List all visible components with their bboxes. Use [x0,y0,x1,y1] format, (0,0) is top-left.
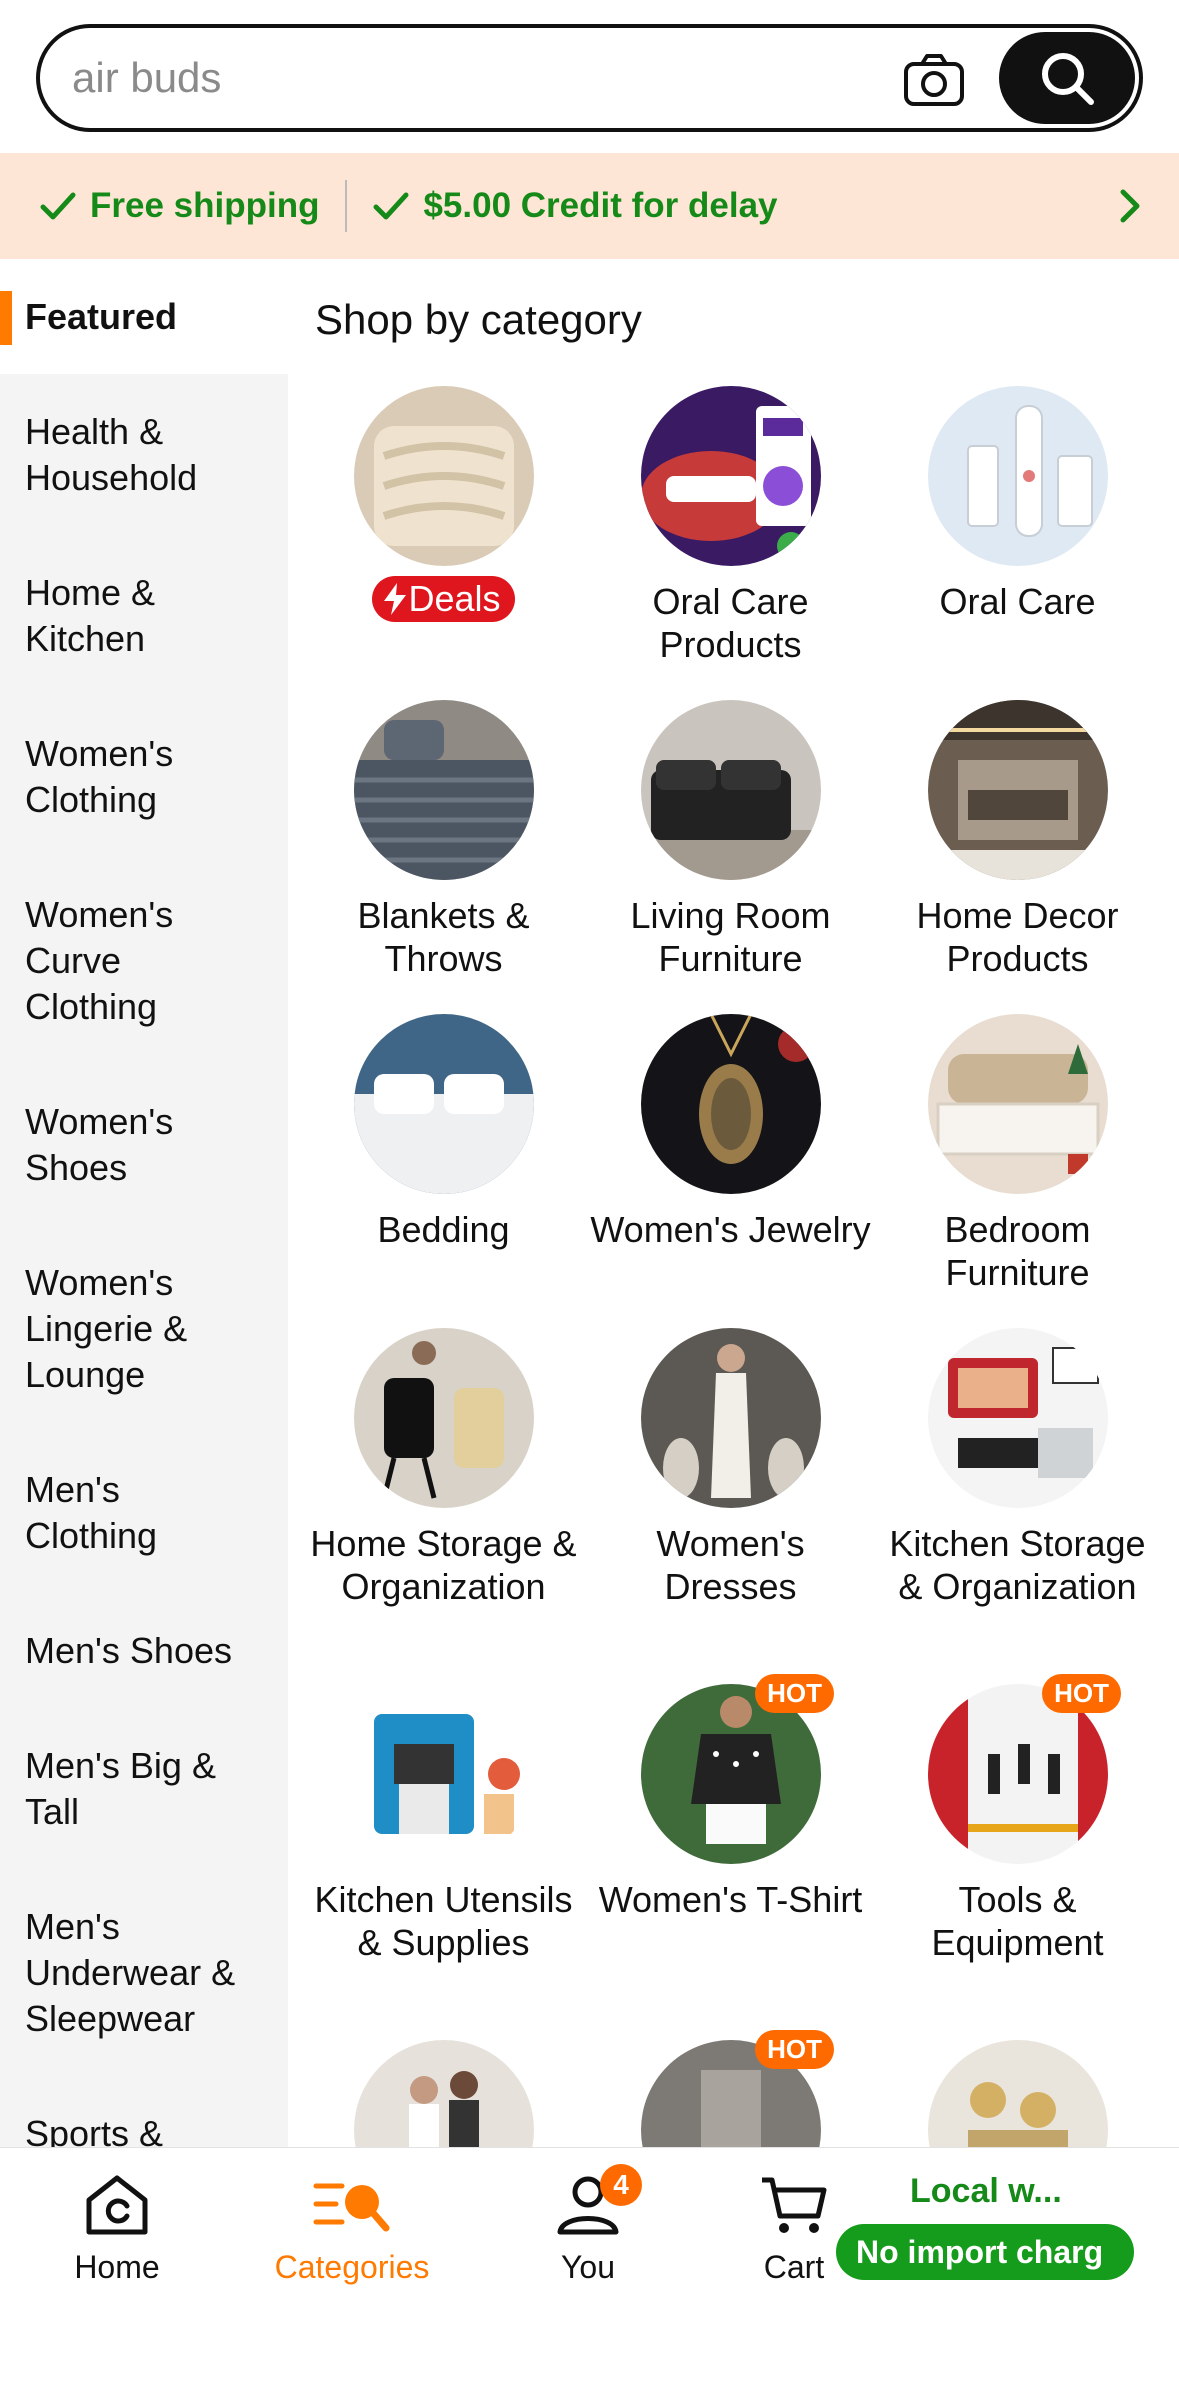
promo-free-shipping: Free shipping [40,186,319,226]
divider [345,180,348,232]
search-button[interactable] [999,32,1135,124]
check-icon [373,192,409,220]
check-icon [40,192,76,220]
lightning-icon [384,583,407,615]
nav-categories[interactable]: Categories [252,2172,452,2286]
category-label: Blankets & Throws [357,895,530,979]
bottom-nav: Home Categories 4 You Cart Local w... No… [0,2147,1179,2396]
category-image [353,386,534,566]
sidebar-item-womens-lingerie[interactable]: Women's Lingerie & Lounge [0,1260,288,1398]
search-bar[interactable] [36,24,1143,132]
category-image [640,1014,821,1194]
home-icon [86,2175,148,2235]
category-label: Tools & Equipment [931,1879,1104,1963]
categories-icon [313,2183,390,2232]
search-input[interactable] [72,46,892,110]
promo-credit: $5.00 Credit for delay [373,186,778,226]
category-kitchen-storage[interactable]: Kitchen Storage & Organization [874,1328,1161,1608]
category-image [353,1684,534,1864]
category-image [927,386,1108,566]
category-image [353,1014,534,1194]
category-tools-equipment[interactable]: HOT Tools & Equipment [874,1674,1161,1964]
category-label: Home Storage & Organization [310,1523,577,1607]
category-womens-dresses[interactable]: Women's Dresses [587,1328,874,1608]
search-icon [1042,53,1094,105]
category-image [640,1328,821,1508]
sidebar-item-womens-curve[interactable]: Women's Curve Clothing [0,892,288,1030]
category-image [353,1328,534,1508]
category-label: Women's Dresses [656,1523,805,1607]
sidebar-item-womens-shoes[interactable]: Women's Shoes [0,1099,288,1191]
section-title: Shop by category [315,296,642,343]
promo-strip[interactable]: Free shipping $5.00 Credit for delay [0,153,1179,259]
category-bedroom-furniture[interactable]: Bedroom Furniture [874,1014,1161,1294]
sidebar-item-mens-underwear[interactable]: Men's Underwear & Sleepwear [0,1904,288,2042]
category-deals[interactable]: Deals [300,386,587,622]
local-warehouse-text[interactable]: Local w... [910,2172,1062,2211]
chevron-right-icon[interactable] [1117,186,1143,226]
category-label: Kitchen Utensils & Supplies [314,1879,573,1963]
hot-badge: HOT [755,1674,834,1713]
category-label: Living Room Furniture [630,895,831,979]
category-item[interactable] [874,2040,1161,2147]
category-blankets-throws[interactable]: Blankets & Throws [300,700,587,980]
category-label: Oral Care [939,581,1096,622]
category-living-room-furniture[interactable]: Living Room Furniture [587,700,874,980]
category-label: Bedroom Furniture [944,1209,1091,1293]
category-image [927,2040,1108,2147]
category-label: Home Decor Products [916,895,1119,979]
sidebar-item-health[interactable]: Health & Household [0,409,288,501]
active-indicator [0,291,12,345]
category-image [640,700,821,880]
category-grid: Deals Oral Care Products Oral Care Blank… [300,380,1179,2147]
category-kitchen-utensils[interactable]: Kitchen Utensils & Supplies [300,1684,587,1964]
sidebar-item-womens-clothing[interactable]: Women's Clothing [0,731,288,823]
import-charge-pill[interactable]: No import charg [836,2224,1134,2280]
category-image [640,386,821,566]
hot-badge: HOT [755,2030,834,2069]
sidebar-item-featured[interactable]: Featured [0,259,288,374]
category-womens-tshirt[interactable]: HOT Women's T-Shirt [587,1674,874,1921]
category-image [927,1014,1108,1194]
sidebar-item-sports[interactable]: Sports & [0,2111,288,2147]
category-home-decor[interactable]: Home Decor Products [874,700,1161,980]
category-item[interactable] [300,2040,587,2147]
cart-icon [762,2177,827,2233]
nav-home[interactable]: Home [17,2172,217,2286]
nav-you[interactable]: 4 You [488,2164,688,2286]
category-oral-care-products[interactable]: Oral Care Products [587,386,874,666]
category-home-storage[interactable]: Home Storage & Organization [300,1328,587,1608]
category-item[interactable]: HOT [587,2030,874,2147]
deals-badge: Deals [372,576,515,622]
camera-icon[interactable] [902,52,966,108]
sidebar-item-mens-shoes[interactable]: Men's Shoes [0,1628,288,1674]
category-image [927,700,1108,880]
category-label: Kitchen Storage & Organization [889,1523,1146,1607]
category-image [353,2040,534,2147]
category-label: Women's Jewelry [590,1209,871,1250]
category-bedding[interactable]: Bedding [300,1014,587,1251]
category-oral-care[interactable]: Oral Care [874,386,1161,623]
sidebar-item-mens-clothing[interactable]: Men's Clothing [0,1467,288,1559]
notification-badge: 4 [600,2164,642,2206]
category-sidebar[interactable]: Featured Health & Household Home & Kitch… [0,259,288,2147]
category-label: Bedding [377,1209,510,1250]
sidebar-item-mens-big-tall[interactable]: Men's Big & Tall [0,1743,288,1835]
category-womens-jewelry[interactable]: Women's Jewelry [587,1014,874,1251]
category-label: Women's T-Shirt [598,1879,863,1920]
category-image [353,700,534,880]
category-label: Oral Care Products [652,581,809,665]
sidebar-item-home-kitchen[interactable]: Home & Kitchen [0,570,288,662]
hot-badge: HOT [1042,1674,1121,1713]
category-image [927,1328,1108,1508]
